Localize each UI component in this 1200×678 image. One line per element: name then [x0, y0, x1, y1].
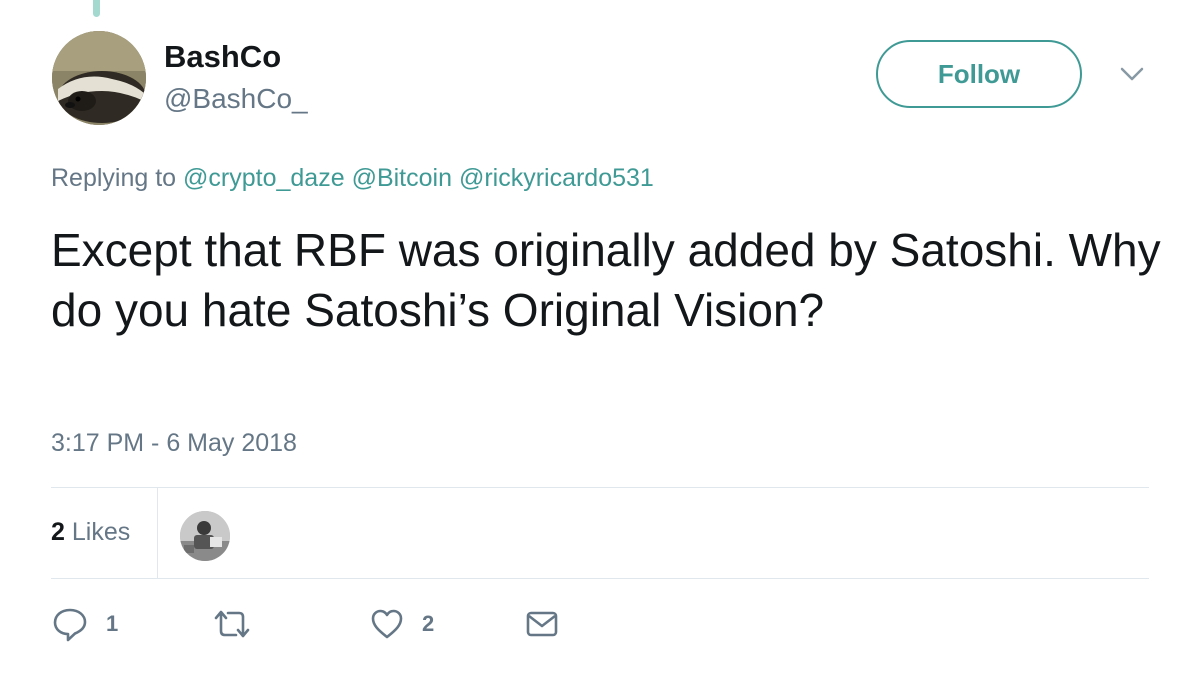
author-display-name[interactable]: BashCo: [164, 39, 281, 75]
chevron-down-icon[interactable]: [1118, 64, 1146, 84]
thread-connector-line: [93, 0, 100, 17]
like-action[interactable]: 2: [370, 604, 434, 644]
replying-to-label: Replying to: [51, 164, 177, 192]
reply-icon: [53, 608, 87, 642]
likes-label: Likes: [71, 518, 131, 546]
retweet-icon: [214, 610, 250, 638]
retweet-action[interactable]: [212, 604, 270, 644]
author-handle[interactable]: @BashCo_: [164, 82, 308, 116]
stats-bottom-divider: [51, 578, 1149, 579]
direct-message-action[interactable]: [526, 604, 558, 644]
liker-avatar-image: [180, 511, 230, 561]
mention-link-bitcoin[interactable]: @Bitcoin: [352, 164, 452, 192]
mention-link-crypto-daze[interactable]: @crypto_daze: [183, 164, 345, 192]
envelope-icon: [526, 611, 558, 637]
tweet-timestamp[interactable]: 3:17 PM - 6 May 2018: [51, 428, 297, 458]
likes-stat[interactable]: 2 Likes: [51, 517, 130, 547]
tweet-detail: BashCo @BashCo_ Follow Replying to @cryp…: [0, 0, 1200, 678]
mention-link-rickyricardo531[interactable]: @rickyricardo531: [459, 164, 654, 192]
stats-top-divider: [51, 487, 1149, 488]
heart-icon: [371, 609, 403, 639]
reply-action[interactable]: 1: [52, 604, 118, 644]
reply-count: 1: [106, 611, 119, 636]
author-avatar[interactable]: [52, 31, 146, 125]
stats-vertical-divider: [157, 487, 158, 578]
reply-context: Replying to @crypto_daze @Bitcoin @ricky…: [51, 163, 654, 193]
follow-button[interactable]: Follow: [876, 40, 1082, 108]
honey-badger-avatar-image: [52, 31, 146, 125]
tweet-text: Except that RBF was originally added by …: [51, 224, 1161, 336]
like-count: 2: [422, 611, 435, 636]
likes-count: 2: [51, 518, 65, 546]
liker-avatar[interactable]: [180, 511, 230, 561]
